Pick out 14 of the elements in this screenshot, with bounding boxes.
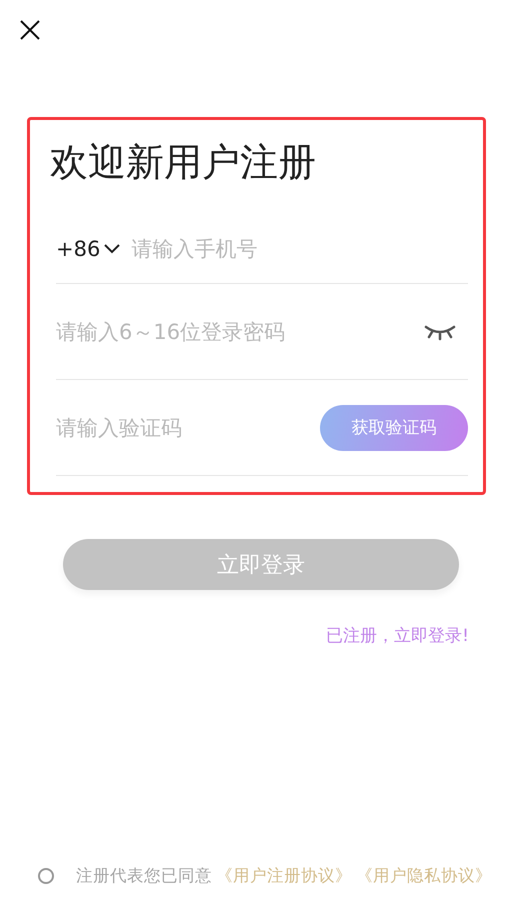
password-input[interactable]: 请输入6～16位登录密码 — [56, 320, 414, 344]
agreement-text: 注册代表您已同意 《用户注册协议》 《用户隐私协议》 — [76, 865, 492, 887]
agreement-link[interactable]: 《用户隐私协议》 — [356, 866, 492, 885]
closed-eye-icon[interactable] — [424, 322, 456, 340]
agreement-radio[interactable] — [38, 868, 54, 884]
agreement-link[interactable]: 《用户注册协议》 — [216, 866, 352, 885]
verification-code-input[interactable]: 请输入验证码 — [56, 416, 310, 440]
country-code-selector[interactable]: +86 — [56, 236, 122, 260]
login-link[interactable]: 已注册，立即登录! — [326, 624, 469, 647]
page-title: 欢迎新用户注册 — [50, 139, 317, 186]
close-button[interactable] — [18, 18, 42, 42]
chevron-down-icon — [103, 242, 122, 254]
phone-input[interactable]: 请输入手机号 — [131, 236, 468, 260]
get-code-button[interactable]: 获取验证码 — [320, 404, 468, 450]
